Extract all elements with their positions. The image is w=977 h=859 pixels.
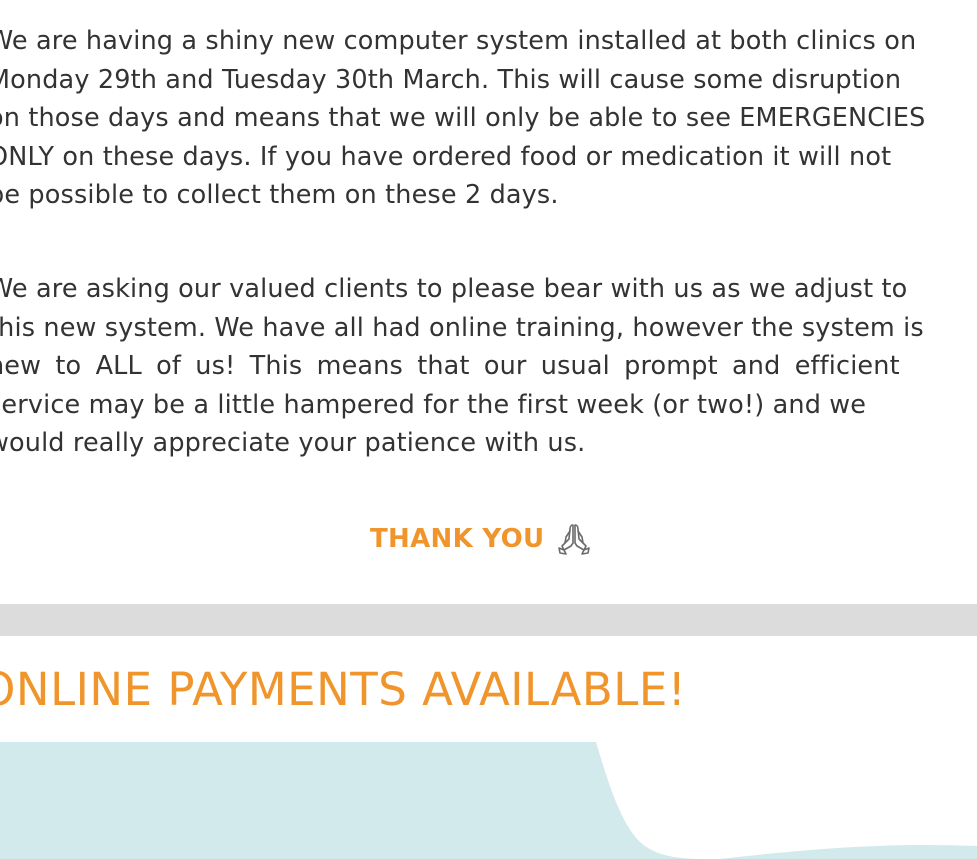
online-payments-banner <box>0 742 977 859</box>
notice-line: would really appreciate your patience wi… <box>0 428 586 458</box>
notice-paragraph-patience: We are asking our valued clients to plea… <box>0 270 924 463</box>
notice-line: on those days and means that we will onl… <box>0 103 926 133</box>
notice-line: service may be a little hampered for the… <box>0 389 867 420</box>
notice-line: ONLY on these days. If you have ordered … <box>0 141 892 172</box>
notice-line: We are asking our valued clients to plea… <box>0 274 908 304</box>
thank-you-text: THANK YOU <box>370 524 545 554</box>
notice-line: Monday 29th and Tuesday 30th March. This… <box>0 64 902 95</box>
notice-line: be possible to collect them on these 2 d… <box>0 180 559 210</box>
section-divider <box>0 604 977 636</box>
notice-paragraph-system-install: We are having a shiny new computer syste… <box>0 22 925 215</box>
online-payments-heading: ONLINE PAYMENTS AVAILABLE! <box>0 663 687 716</box>
thank-you-message: THANK YOU <box>370 519 594 559</box>
notice-line: We are having a shiny new computer syste… <box>0 26 917 56</box>
notice-line: new to ALL of us! This means that our us… <box>0 351 900 381</box>
praying-hands-icon <box>554 519 594 559</box>
notice-line: this new system. We have all had online … <box>0 312 924 343</box>
